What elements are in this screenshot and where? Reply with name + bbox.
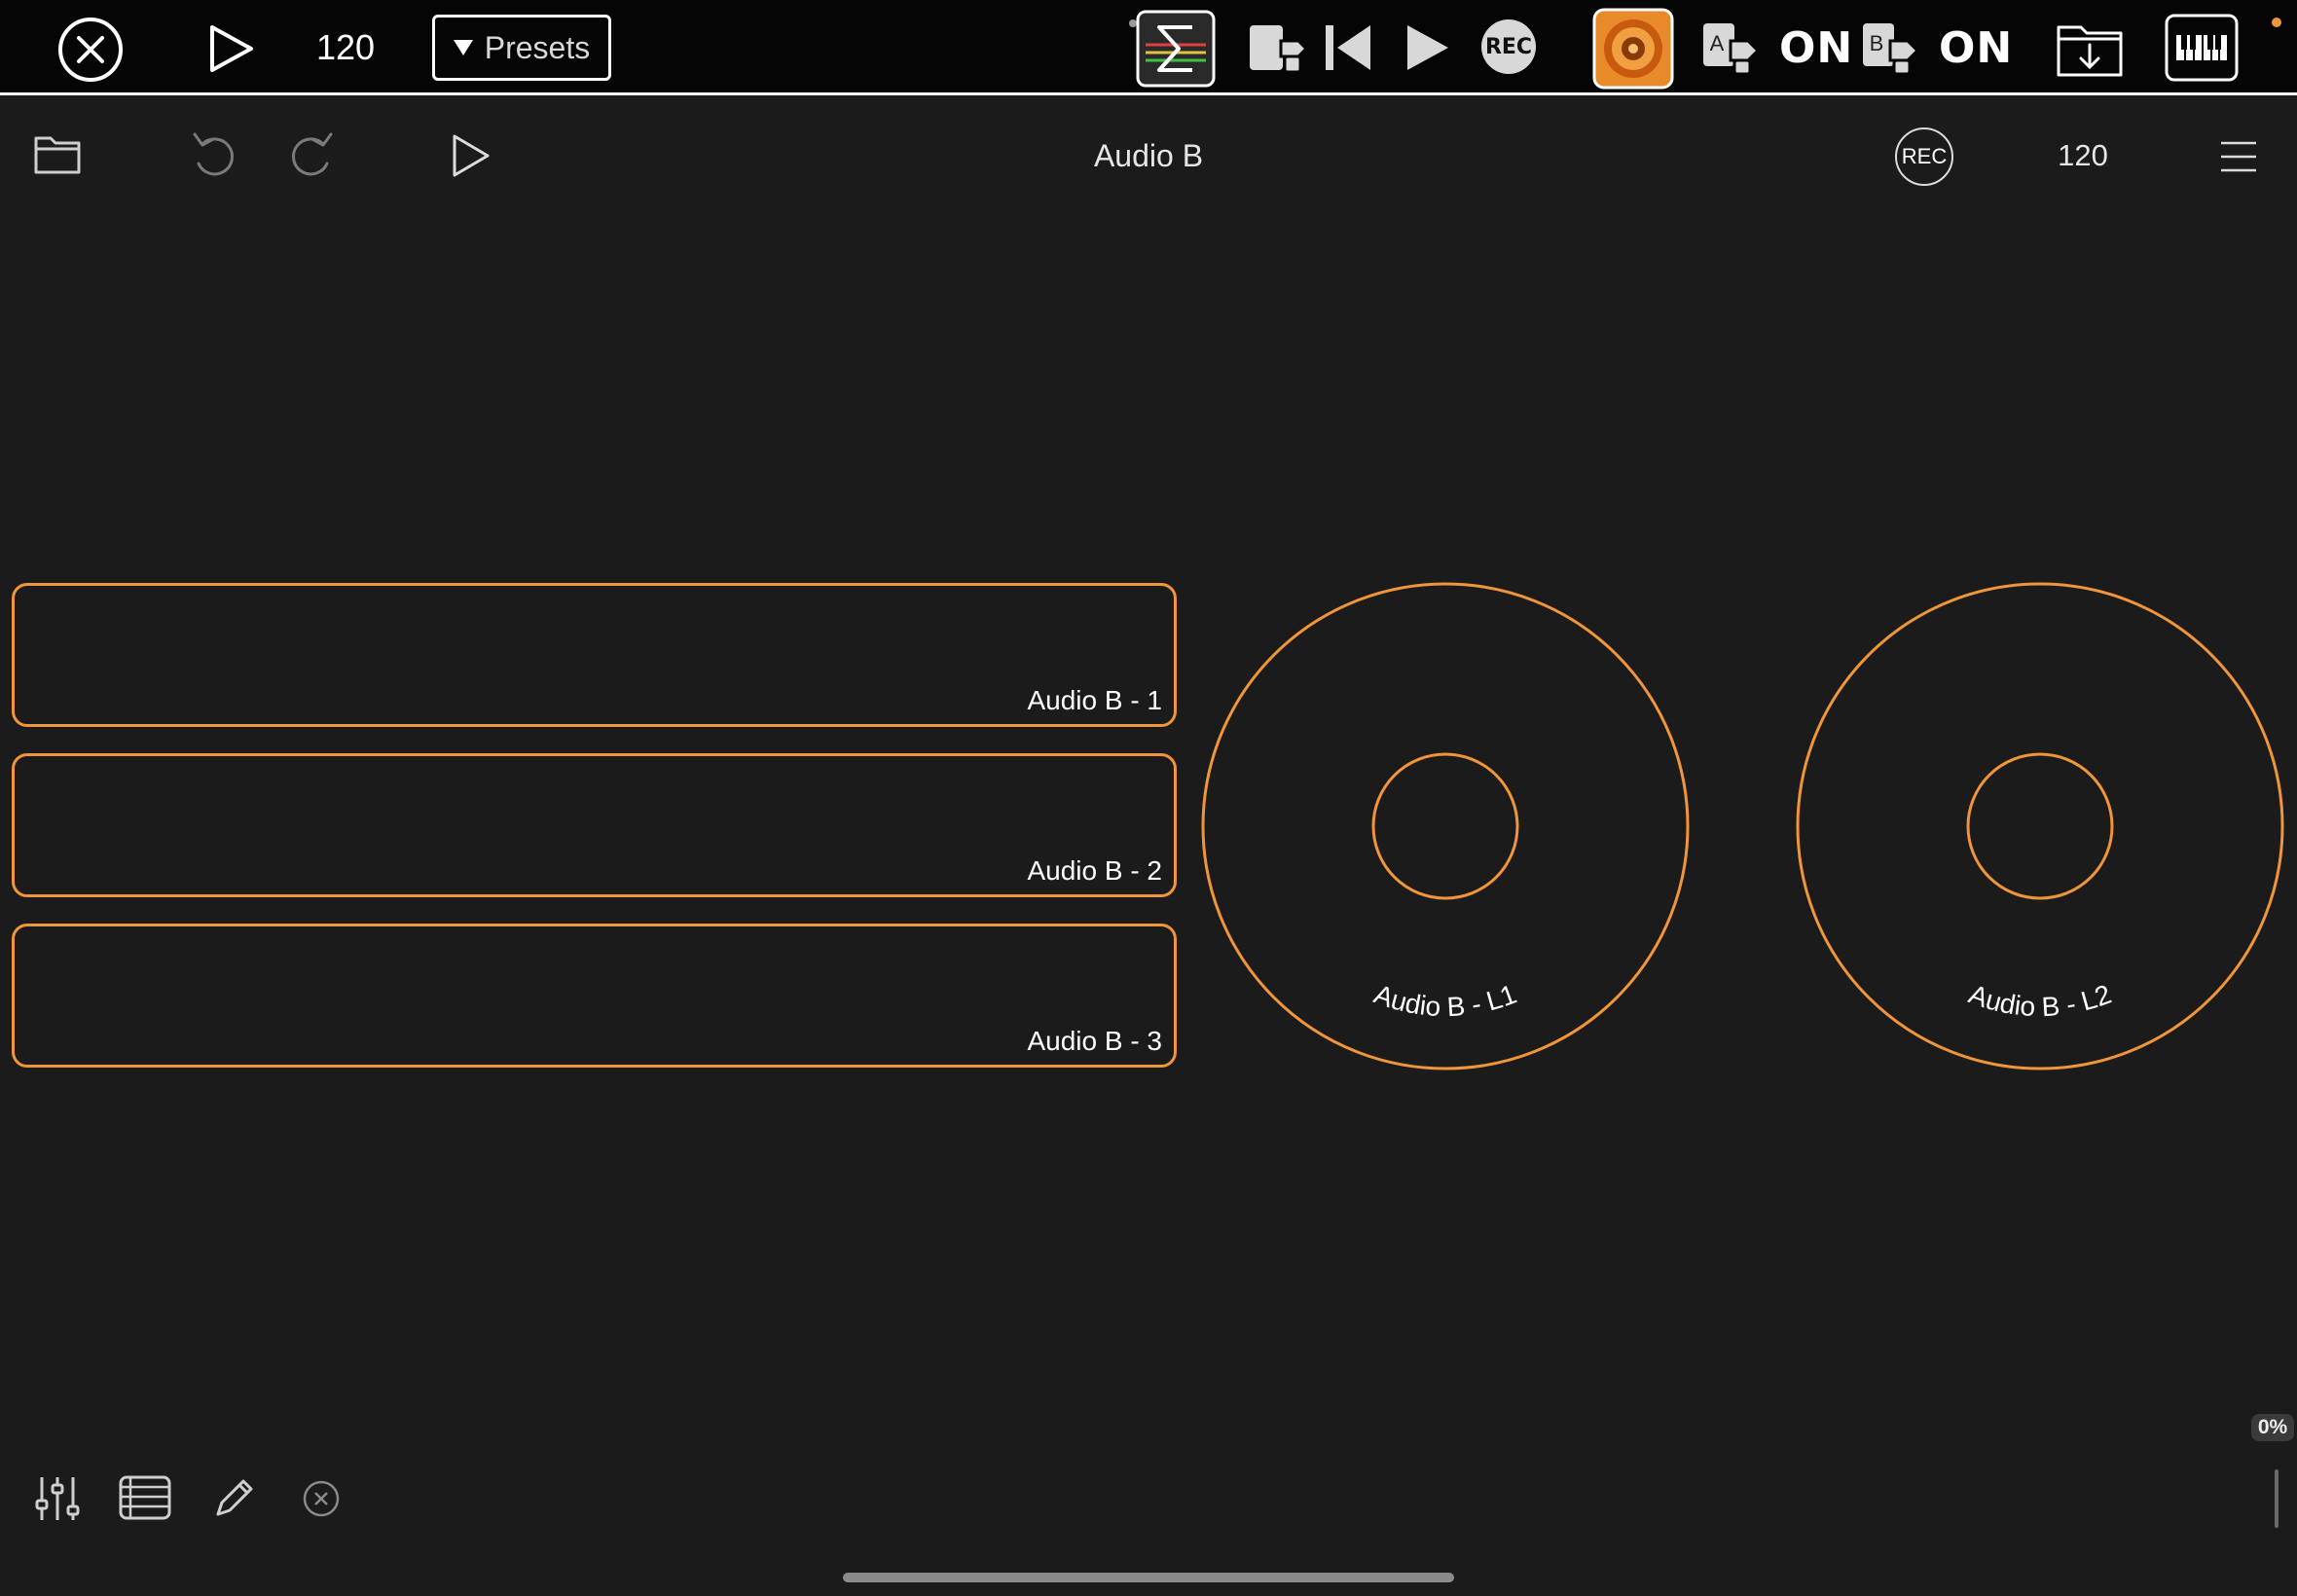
undo-icon[interactable] [189,127,239,181]
app-title: Audio B [1093,138,1204,173]
looper-l2[interactable]: Audio B - L2 [1792,578,2288,1074]
looper-label: Audio B - L2 [1965,979,2115,1023]
host-divider [0,92,2297,95]
folder-download-icon[interactable] [2056,19,2124,78]
app-tempo[interactable]: 120 [2044,138,2122,173]
skip-back-icon[interactable] [1322,21,1374,74]
audio-in-icon[interactable] [1246,19,1308,76]
small-close-icon[interactable] [302,1479,341,1518]
send-b-state[interactable]: ON [1939,23,2013,73]
host-toolbar: 120 Presets REC A ON B ON [0,0,2297,93]
send-a-state[interactable]: ON [1779,23,1853,73]
app-rec-button[interactable]: REC [1895,127,1953,186]
pad-1[interactable]: Audio B - 1 [12,583,1177,727]
home-indicator [843,1573,1454,1582]
host-play-icon[interactable] [206,23,257,74]
looper-label: Audio B - L1 [1370,979,1520,1023]
looper-center-button[interactable] [1371,752,1519,900]
hamburger-menu-icon[interactable] [2219,140,2258,173]
sigma-icon[interactable] [1136,10,1216,88]
dropdown-triangle-icon [453,40,473,55]
close-icon[interactable] [56,16,125,84]
percent-indicator: 0% [2251,1414,2294,1441]
host-rec-label: REC [1484,34,1533,59]
app-rec-label: REC [1901,144,1948,168]
send-b-letter: B [1869,31,1884,55]
transport-play-icon[interactable] [1404,21,1452,74]
host-rec-button[interactable]: REC [1481,19,1536,74]
app-play-icon[interactable] [450,132,492,179]
list-icon[interactable] [119,1475,171,1520]
piano-keyboard-icon[interactable] [2165,14,2239,82]
looper-center-button[interactable] [1966,752,2114,900]
pencil-icon[interactable] [212,1475,257,1520]
looper-l1[interactable]: Audio B - L1 [1197,578,1694,1074]
pad-label: Audio B - 2 [1027,855,1162,886]
presets-button[interactable]: Presets [432,15,611,81]
presets-label: Presets [484,29,591,65]
folder-icon[interactable] [33,134,82,175]
plugin-orange-icon[interactable] [1592,8,1674,90]
pad-3[interactable]: Audio B - 3 [12,924,1177,1068]
send-a-letter: A [1709,31,1725,55]
pad-label: Audio B - 3 [1027,1026,1162,1056]
redo-icon[interactable] [286,127,337,181]
status-dot [2272,18,2281,27]
pad-label: Audio B - 1 [1027,685,1162,715]
host-tempo[interactable]: 120 [310,27,382,68]
pad-2[interactable]: Audio B - 2 [12,753,1177,897]
vertical-scroll-handle[interactable] [2275,1469,2279,1528]
sliders-icon[interactable] [35,1475,80,1522]
